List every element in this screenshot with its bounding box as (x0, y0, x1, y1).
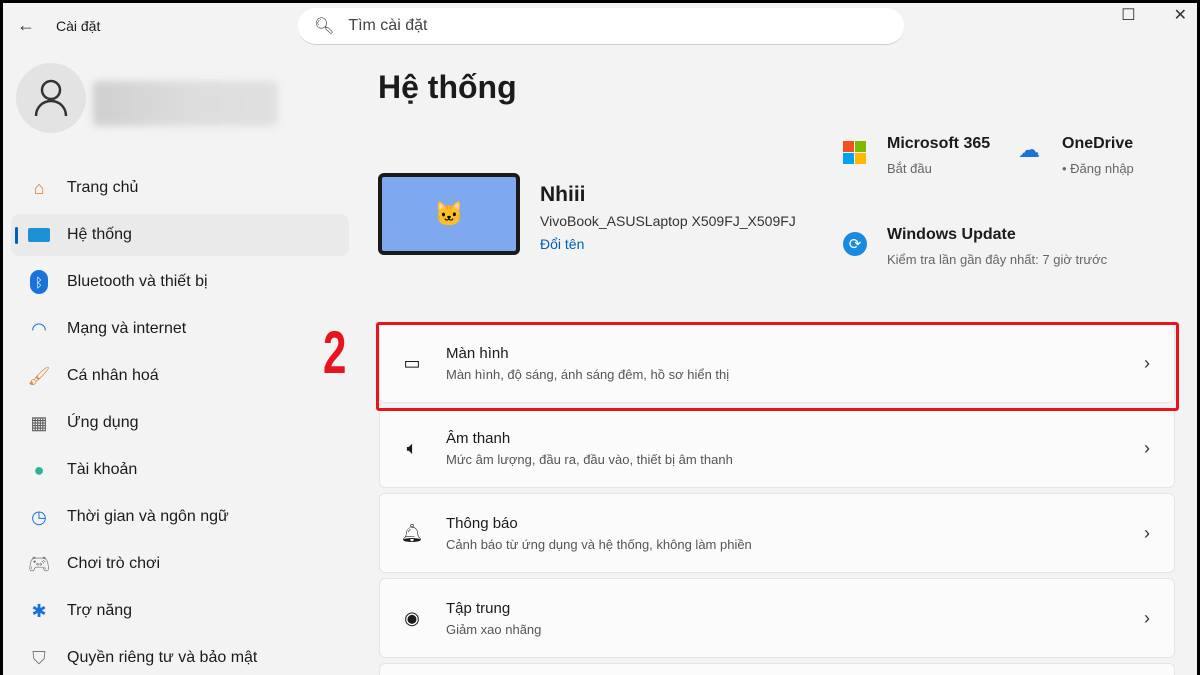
sidebar-item-accessibility[interactable]: ✱ Trợ năng (15, 594, 345, 628)
sound-card[interactable]: 🔈︎ Âm thanh Mức âm lượng, đầu ra, đầu vào… (379, 408, 1175, 488)
update-icon: ⟳ (843, 232, 869, 270)
sidebar-item-label: Trợ năng (67, 602, 133, 619)
tile-subtitle: • Đăng nhập (1062, 161, 1134, 176)
sidebar-item-label: Hệ thống (67, 226, 132, 243)
device-model: VivoBook_ASUSLaptop X509FJ_X509FJ (540, 213, 796, 229)
onedrive-cloud-icon: ☁ (1018, 137, 1040, 162)
search-icon: 🔍︎ (314, 18, 335, 35)
next-card[interactable] (379, 663, 1175, 675)
sidebar-item-home[interactable]: ⌂ Trang chủ (15, 171, 345, 205)
bluetooth-icon: ᛒ (27, 270, 51, 294)
card-subtitle: Cảnh báo từ ứng dụng và hệ thống, không … (446, 536, 752, 552)
app-title: Cài đặt (56, 18, 101, 34)
wifi-icon: ◠ (31, 318, 47, 339)
shield-icon: ⛉ (32, 647, 46, 668)
rename-link[interactable]: Đổi tên (540, 236, 584, 252)
clock-icon: ◷ (31, 506, 47, 527)
close-button[interactable]: ✕ (1174, 5, 1187, 25)
chevron-right-icon: › (1144, 437, 1150, 458)
sidebar-nav: ⌂ Trang chủ Hệ thống ᛒ Bluetooth và thiết … (15, 171, 345, 675)
sidebar-item-personalization[interactable]: 🖌︎ Cá nhân hoá (15, 359, 345, 393)
search-placeholder: Tìm cài đặt (348, 17, 428, 34)
sidebar-item-label: Bluetooth và thiết bị (67, 273, 208, 290)
card-title: Âm thanh (446, 429, 511, 447)
accessibility-icon: ✱ (31, 600, 47, 621)
notifications-card[interactable]: 🔔︎ Thông báo Cảnh báo từ ứng dụng và hệ t… (379, 493, 1175, 573)
sidebar-item-time-language[interactable]: ◷ Thời gian và ngôn ngữ (15, 500, 345, 534)
sidebar-item-gaming[interactable]: 🎮︎ Chơi trò chơi (15, 547, 345, 581)
sidebar-item-label: Tài khoản (67, 461, 138, 478)
brush-icon: 🖌︎ (27, 365, 51, 386)
card-subtitle: Giảm xao nhãng (446, 621, 542, 637)
tile-title: Microsoft 365 (887, 135, 991, 152)
wallpaper-icon: 🐱 (434, 200, 464, 228)
device-thumbnail: 🐱 (378, 173, 520, 255)
step-number: 2 (323, 319, 347, 386)
account-icon: ● (33, 459, 45, 480)
sidebar-item-label: Thời gian và ngôn ngữ (67, 508, 229, 525)
focus-icon: ◉ (404, 607, 420, 628)
home-icon: ⌂ (33, 177, 45, 198)
microsoft-logo-icon (843, 141, 869, 179)
system-icon (27, 223, 51, 247)
sidebar-item-label: Cá nhân hoá (67, 367, 159, 384)
sidebar-item-bluetooth[interactable]: ᛒ Bluetooth và thiết bị (15, 265, 345, 299)
search-input[interactable]: 🔍︎ Tìm cài đặt (298, 8, 904, 45)
chevron-right-icon: › (1144, 607, 1150, 628)
avatar[interactable] (16, 63, 86, 133)
scrollbar[interactable] (1191, 3, 1197, 675)
onedrive-tile[interactable]: ☁ OneDrive • Đăng nhập (1018, 135, 1134, 179)
windows-update-tile[interactable]: ⟳ Windows Update Kiểm tra lần gần đây nhấ… (843, 226, 1113, 270)
card-title: Tập trung (446, 599, 511, 617)
blurred-account-name (93, 81, 278, 126)
back-arrow-icon[interactable]: ← (17, 15, 35, 36)
gamepad-icon: 🎮︎ (27, 553, 51, 574)
sidebar-item-network[interactable]: ◠ Mạng và internet (15, 312, 345, 346)
sidebar-item-accounts[interactable]: ● Tài khoản (15, 453, 345, 487)
highlight-box (376, 322, 1179, 411)
sidebar-item-label: Mạng và internet (67, 320, 187, 337)
bell-icon: 🔔︎ (400, 522, 424, 543)
sidebar-item-label: Trang chủ (67, 179, 139, 196)
sidebar-item-system[interactable]: Hệ thống (15, 218, 345, 252)
tile-title: OneDrive (1062, 135, 1134, 152)
chevron-right-icon: › (1144, 522, 1150, 543)
sidebar-item-label: Quyền riêng tư và bảo mật (67, 649, 258, 666)
tile-title: Windows Update (887, 226, 1016, 243)
apps-icon: ▦ (30, 412, 48, 433)
tile-subtitle: Bắt đầu (887, 161, 932, 176)
tile-subtitle: Kiểm tra lần gần đây nhất: 7 giờ trước (887, 252, 1108, 267)
sidebar-item-privacy[interactable]: ⛉ Quyền riêng tư và bảo mật (15, 641, 345, 675)
sidebar-item-label: Chơi trò chơi (67, 555, 161, 572)
device-name: Nhiii (540, 183, 586, 206)
microsoft-365-tile[interactable]: Microsoft 365 Bắt đầu (843, 135, 990, 179)
card-subtitle: Mức âm lượng, đầu ra, đầu vào, thiết bị … (446, 451, 733, 467)
focus-card[interactable]: ◉ Tập trung Giảm xao nhãng › (379, 578, 1175, 658)
maximize-button[interactable]: ☐ (1121, 5, 1135, 25)
sidebar-item-apps[interactable]: ▦ Ứng dụng (15, 406, 345, 440)
page-title: Hệ thống (378, 69, 517, 105)
speaker-icon: 🔈︎ (406, 437, 418, 458)
user-icon (34, 79, 68, 117)
card-title: Thông báo (446, 514, 518, 532)
settings-window: ← Cài đặt 🔍︎ Tìm cài đặt ☐ ✕ ⌂ Trang chủ … (3, 3, 1197, 675)
sidebar-item-label: Ứng dụng (67, 414, 139, 431)
